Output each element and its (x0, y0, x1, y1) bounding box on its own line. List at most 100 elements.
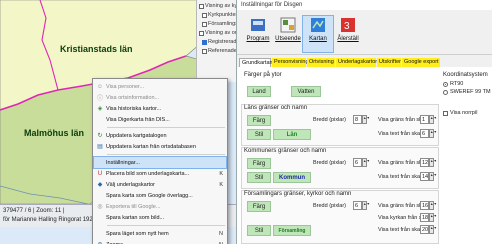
lan-text-scale-input[interactable]: 6 (420, 129, 429, 138)
lan-border-scale-input[interactable]: 1 (420, 115, 429, 124)
water-color-button[interactable]: Vatten (291, 86, 321, 97)
kommun-text-scale-input[interactable]: 14 (420, 172, 429, 181)
owner-status: för Marianne Halling Ringorat 192 (3, 217, 93, 223)
lan-text-scale-spinner[interactable]: ▲▼ (429, 129, 437, 138)
forsamling-width-spinner[interactable]: ▲▼ (362, 201, 370, 210)
database-icon: ▤ (97, 144, 103, 150)
map-history-icon: ◈ (97, 106, 103, 112)
forsamling-border-scale-input[interactable]: 16 (420, 201, 429, 210)
tab[interactable]: Personvisning (272, 58, 309, 67)
context-menu-item[interactable]: Inställningar... (93, 156, 227, 169)
layer-toggle-row[interactable]: Visning av orter (199, 30, 236, 36)
lan-width-input[interactable]: 8 (353, 115, 362, 124)
tab[interactable]: Ortvisning (307, 58, 335, 67)
layer-checkbox[interactable] (202, 39, 207, 45)
toolbar-button[interactable]: Program (243, 16, 273, 52)
lan-border-scale-label: Visa gräns från skal (378, 117, 427, 123)
layer-checkbox[interactable] (199, 30, 204, 36)
layer-toggle-row[interactable]: Registrerade o (202, 39, 236, 45)
radio-rt90-label: RT90 (450, 81, 464, 87)
context-menu-item-label: Exportera till Google... (106, 203, 161, 210)
show-north-checkbox[interactable]: Visa norrpil (443, 110, 477, 116)
lan-sample-name: Län (273, 129, 311, 140)
tab[interactable]: Utskrifter (377, 58, 401, 67)
kommun-text-scale-label: Visa text från skal (378, 174, 422, 180)
context-menu-item-label: Visa Digerkarta från DIS... (106, 116, 170, 123)
context-menu-item[interactable]: Spara kartan som bild... (94, 212, 226, 223)
place-image-icon: U (97, 170, 103, 177)
layer-toggle-row[interactable]: Kyrkpunkter (202, 12, 236, 18)
lan-color-button[interactable]: Färg (247, 115, 271, 126)
surface-colors-title: Färger på ytor (244, 72, 282, 78)
program-icon (251, 19, 265, 31)
forsamling-font-button[interactable]: Stil (247, 225, 271, 236)
context-menu-item: ☺ Visa personer... (94, 81, 226, 92)
tab[interactable]: Underlagskartor (336, 58, 377, 67)
forsamling-sample-name: Församling (273, 225, 311, 236)
lan-width-spinner[interactable]: ▲▼ (362, 115, 370, 124)
layer-toggle-row[interactable]: Referenade o (202, 48, 236, 54)
forsamling-border-scale-spinner[interactable]: ▲▼ (429, 201, 437, 210)
lan-border-scale-spinner[interactable]: ▲▼ (429, 115, 437, 124)
radio-rt90[interactable]: RT90 (443, 81, 463, 87)
context-menu-item[interactable]: Visa Digerkarta från DIS... (94, 114, 226, 125)
radio-sweref-indicator[interactable] (443, 89, 448, 95)
forsamling-church-scale-spinner[interactable]: ▲▼ (429, 213, 437, 222)
forsamling-text-scale-input[interactable]: 20 (420, 225, 429, 234)
kommun-width-spinner[interactable]: ▲▼ (362, 158, 370, 167)
show-north-label: Visa norrpil (450, 110, 478, 116)
context-menu-item-label: Visa personer... (106, 83, 145, 90)
radio-sweref[interactable]: SWEREF 99 TM (443, 89, 491, 95)
context-menu-item[interactable]: U Placera bild som underlagskarta... K (94, 168, 226, 179)
context-menu-item-label: Visa historiska kartor... (106, 105, 162, 112)
context-menu-item: ⓘ Visa ortsinformation... (94, 92, 226, 103)
settings-dialog: Inställningar för Disgen Program Utseende… (236, 0, 492, 244)
menu-separator (107, 225, 225, 226)
context-menu-item[interactable]: Spara karta som Google överlagg... (94, 190, 226, 201)
svg-text:3: 3 (344, 21, 350, 32)
context-menu: ☺ Visa personer... ⓘ Visa ortsinformation..… (92, 78, 228, 244)
kommun-width-input[interactable]: 6 (353, 158, 362, 167)
layer-checkbox[interactable] (202, 21, 207, 27)
forsamling-church-scale-input[interactable]: 18 (420, 213, 429, 222)
forsamling-section-title: Församlingars gränser, kyrkor och namn (244, 191, 352, 197)
lan-section-title: Läns gränser och namn (244, 105, 308, 111)
forsamling-text-scale-spinner[interactable]: ▲▼ (429, 225, 437, 234)
tab[interactable]: Grundkartan (239, 58, 273, 67)
menu-icon-placeholder (94, 190, 106, 201)
kommun-text-scale-spinner[interactable]: ▲▼ (429, 172, 437, 181)
region-label-kristianstad: Kristianstads län (60, 44, 133, 54)
context-menu-item[interactable]: ↻ Uppdatera kartgatalogen (94, 130, 226, 141)
toolbar-button[interactable]: Utseende (273, 16, 303, 52)
layer-toggle-row[interactable]: Församlingsgr. (202, 21, 236, 27)
context-menu-item[interactable]: ◆ Välj underlagskartor K (94, 179, 226, 190)
kommun-border-scale-spinner[interactable]: ▲▼ (429, 158, 437, 167)
context-menu-item[interactable]: Spara läget som nytt hem N (94, 228, 226, 239)
lan-font-button[interactable]: Stil (247, 129, 271, 140)
layer-toggle-row[interactable]: Visning av kyrkor (199, 3, 236, 9)
context-menu-item[interactable]: ⊕Zooma...N (94, 239, 226, 244)
kommun-font-button[interactable]: Stil (247, 172, 271, 183)
zoom-icon: ⊕ (94, 239, 106, 244)
layer-checkbox[interactable] (202, 12, 207, 18)
tab-content-grundkartan: Färger på ytor Land Vatten Läns gränser … (237, 67, 492, 244)
layer-visibility-panel: Visning av kyrkor Kyrkpunkter Församlingsg… (196, 0, 236, 82)
context-menu-item-label: Uppdatera kartan från ortsdatabasen (106, 143, 196, 150)
radio-rt90-indicator[interactable] (443, 81, 448, 87)
map-window[interactable]: Kristianstads län Malmöhus län Visning a… (0, 0, 236, 244)
context-menu-item[interactable]: ▤ Uppdatera kartan från ortsdatabasen (94, 141, 226, 152)
tab[interactable]: Google export (402, 58, 440, 67)
toolbar-button[interactable]: Kartan (302, 15, 334, 53)
forsamling-width-input[interactable]: 6 (353, 201, 362, 210)
context-menu-item[interactable]: ◈ Visa historiska kartor... (94, 103, 226, 114)
menu-separator (107, 154, 225, 155)
forsamling-color-button[interactable]: Färg (247, 201, 271, 212)
layer-checkbox[interactable] (202, 48, 207, 54)
toolbar-button[interactable]: 3 Ålerställ (333, 16, 363, 52)
kommun-color-button[interactable]: Färg (247, 158, 271, 169)
kommun-border-scale-input[interactable]: 12 (420, 158, 429, 167)
forsamling-width-label: Bredd (pixlar) (313, 203, 347, 209)
land-color-button[interactable]: Land (247, 86, 271, 97)
layer-checkbox[interactable] (199, 3, 204, 9)
show-north-checkbox-box[interactable] (443, 110, 448, 116)
